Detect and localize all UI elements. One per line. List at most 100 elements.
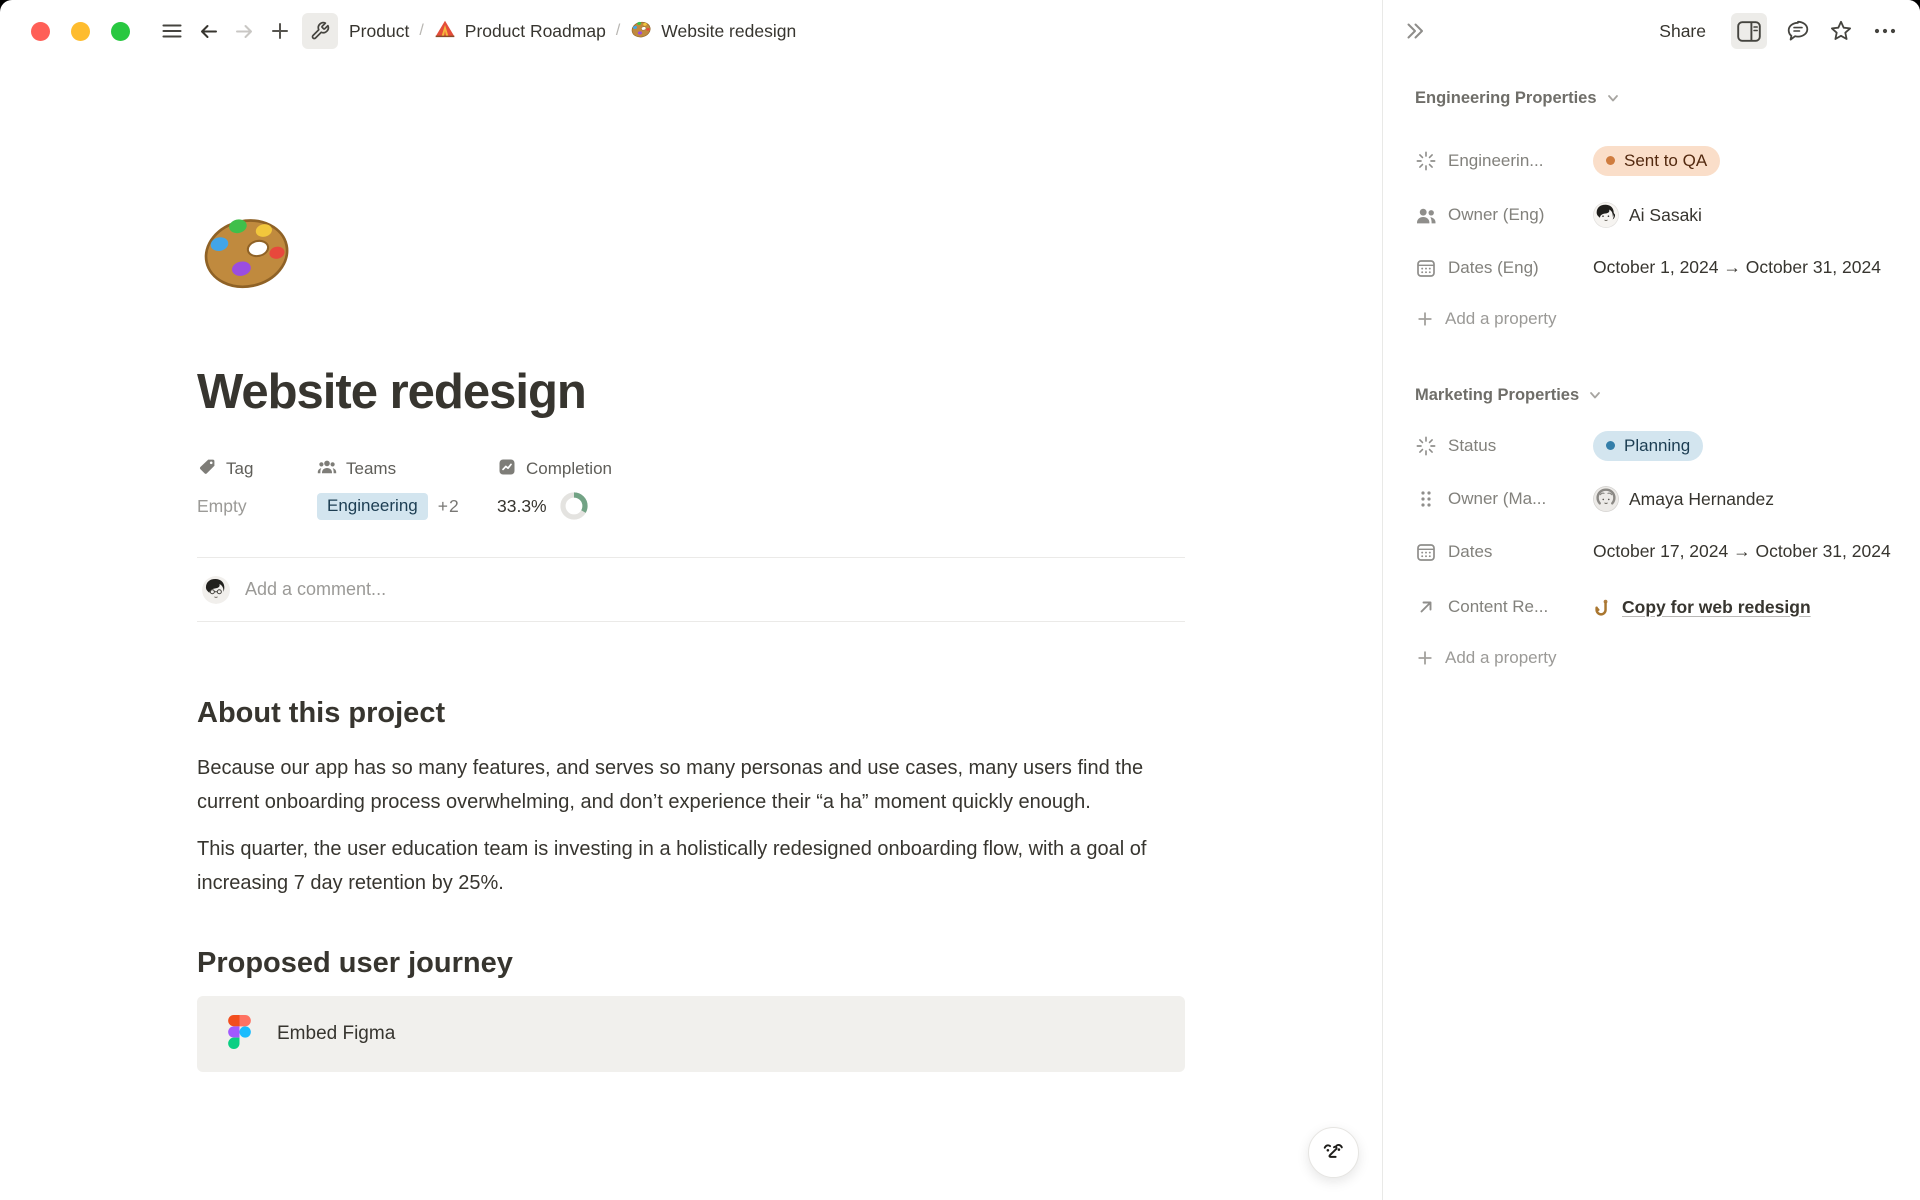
teams-icon	[317, 457, 337, 482]
hook-icon	[1593, 598, 1612, 617]
section-heading-about: About this project	[197, 694, 1185, 732]
chevron-down-icon	[1588, 388, 1602, 402]
wrench-icon[interactable]	[302, 13, 338, 49]
engineering-properties-header[interactable]: Engineering Properties	[1415, 86, 1892, 110]
drag-dots-icon	[1415, 489, 1437, 509]
property-row-mkt-content: Content Re... Copy for web redesign	[1415, 592, 1892, 622]
marketing-properties-header[interactable]: Marketing Properties	[1415, 383, 1892, 407]
tag-property-label[interactable]: Tag	[197, 457, 317, 481]
property-value[interactable]: October 17, 2024 → October 31, 2024	[1593, 537, 1891, 566]
current-user-avatar	[202, 576, 230, 604]
arrow-up-right-icon	[1415, 597, 1437, 617]
property-label[interactable]: Dates (Eng)	[1415, 253, 1593, 283]
tent-icon	[434, 18, 456, 45]
comments-icon[interactable]	[1786, 19, 1810, 43]
notion-ai-button[interactable]	[1308, 1127, 1359, 1178]
zoom-window-button[interactable]	[111, 22, 130, 41]
teams-label-text: Teams	[346, 459, 396, 479]
page-content: Website redesign Tag Empty	[197, 62, 1185, 1072]
content-ref-link[interactable]: Copy for web redesign	[1593, 592, 1811, 622]
new-page-plus-icon[interactable]	[262, 13, 298, 49]
page-palette-icon[interactable]	[197, 202, 295, 300]
chart-icon	[497, 457, 517, 482]
chevron-down-icon	[1606, 91, 1620, 105]
breadcrumb-label: Website redesign	[661, 21, 796, 42]
about-paragraph-1: Because our app has so many features, an…	[197, 752, 1185, 819]
tag-value[interactable]: Empty	[197, 491, 317, 521]
property-tag: Tag Empty	[197, 457, 317, 521]
open-panel-icon[interactable]	[1731, 13, 1767, 49]
close-window-button[interactable]	[31, 22, 50, 41]
teams-property-label[interactable]: Teams	[317, 457, 497, 481]
status-badge-sent-to-qa[interactable]: Sent to QA	[1593, 146, 1720, 176]
main-column: Product / Product Roadmap / Website rede…	[0, 0, 1382, 1200]
palette-icon	[630, 18, 652, 45]
property-value: Planning	[1593, 431, 1703, 461]
badge-text: Sent to QA	[1624, 146, 1707, 175]
completion-label-text: Completion	[526, 459, 612, 479]
completion-value[interactable]: 33.3%	[497, 491, 612, 521]
teams-extra-count[interactable]: +2	[438, 496, 460, 517]
status-spinner-icon	[1415, 151, 1437, 171]
property-label[interactable]: Dates	[1415, 537, 1593, 567]
window-controls	[31, 22, 130, 41]
minimize-window-button[interactable]	[71, 22, 90, 41]
property-label[interactable]: Owner (Eng)	[1415, 200, 1593, 230]
comment-input[interactable]: Add a comment...	[245, 579, 386, 600]
property-value[interactable]: October 1, 2024 → October 31, 2024	[1593, 253, 1881, 282]
back-arrow-icon[interactable]	[190, 13, 226, 49]
property-label[interactable]: Content Re...	[1415, 592, 1593, 622]
property-row-eng-status: Engineerin... Sent to QA	[1415, 146, 1892, 176]
date-range-text: October 1, 2024 → October 31, 2024	[1593, 253, 1881, 282]
property-label-text: Owner (Ma...	[1448, 489, 1546, 509]
property-label[interactable]: Owner (Ma...	[1415, 484, 1593, 514]
property-value: Copy for web redesign	[1593, 592, 1811, 622]
property-value[interactable]: Amaya Hernandez	[1593, 484, 1774, 514]
completion-property-label[interactable]: Completion	[497, 457, 612, 481]
embed-figma-label: Embed Figma	[277, 1023, 395, 1045]
property-label-text: Content Re...	[1448, 597, 1548, 617]
property-label[interactable]: Status	[1415, 431, 1593, 461]
properties-sidebar: Share Engineering Properties	[1382, 0, 1920, 1200]
completion-percent-text: 33.3%	[497, 496, 547, 517]
embed-figma-block[interactable]: Embed Figma	[197, 996, 1185, 1072]
breadcrumb-item-product-roadmap[interactable]: Product Roadmap	[427, 14, 613, 49]
add-property-button[interactable]: Add a property	[1415, 644, 1892, 672]
add-property-button[interactable]: Add a property	[1415, 305, 1892, 333]
property-row-eng-owner: Owner (Eng) Ai Sasaki	[1415, 200, 1892, 230]
calendar-icon	[1415, 541, 1437, 563]
status-badge-planning[interactable]: Planning	[1593, 431, 1703, 461]
add-property-label: Add a property	[1445, 648, 1557, 668]
divider	[197, 621, 1185, 622]
property-label-text: Dates	[1448, 542, 1492, 562]
property-label[interactable]: Engineerin...	[1415, 146, 1593, 176]
forward-arrow-icon[interactable]	[226, 13, 262, 49]
hamburger-menu-icon[interactable]	[154, 13, 190, 49]
more-options-icon[interactable]	[1872, 19, 1898, 43]
person-name: Ai Sasaki	[1629, 201, 1702, 230]
teams-value: Engineering +2	[317, 491, 497, 521]
breadcrumb: Product / Product Roadmap / Website rede…	[302, 13, 803, 49]
property-row-eng-dates: Dates (Eng) October 1, 2024 → October 31…	[1415, 253, 1892, 283]
plus-icon	[1415, 648, 1435, 668]
collapse-sidebar-icon[interactable]	[1403, 19, 1427, 43]
property-label-text: Owner (Eng)	[1448, 205, 1544, 225]
figma-logo-icon	[228, 1015, 251, 1054]
status-spinner-icon	[1415, 436, 1437, 456]
tag-icon	[197, 457, 217, 482]
star-icon[interactable]	[1829, 19, 1853, 43]
amaya-hernandez-avatar	[1593, 486, 1619, 512]
property-value: Sent to QA	[1593, 146, 1720, 176]
team-chip-engineering[interactable]: Engineering	[317, 493, 428, 520]
breadcrumb-item-product[interactable]: Product	[342, 17, 416, 46]
ai-face-icon	[1320, 1139, 1347, 1166]
breadcrumb-label: Product Roadmap	[465, 21, 606, 42]
person-ai-sasaki: Ai Sasaki	[1593, 200, 1702, 230]
completion-progress-ring	[559, 491, 589, 521]
breadcrumb-item-website-redesign[interactable]: Website redesign	[623, 14, 803, 49]
property-value[interactable]: Ai Sasaki	[1593, 200, 1702, 230]
badge-dot	[1606, 156, 1615, 165]
share-button[interactable]: Share	[1653, 17, 1712, 46]
add-property-label: Add a property	[1445, 309, 1557, 329]
property-completion: Completion 33.3%	[497, 457, 612, 521]
